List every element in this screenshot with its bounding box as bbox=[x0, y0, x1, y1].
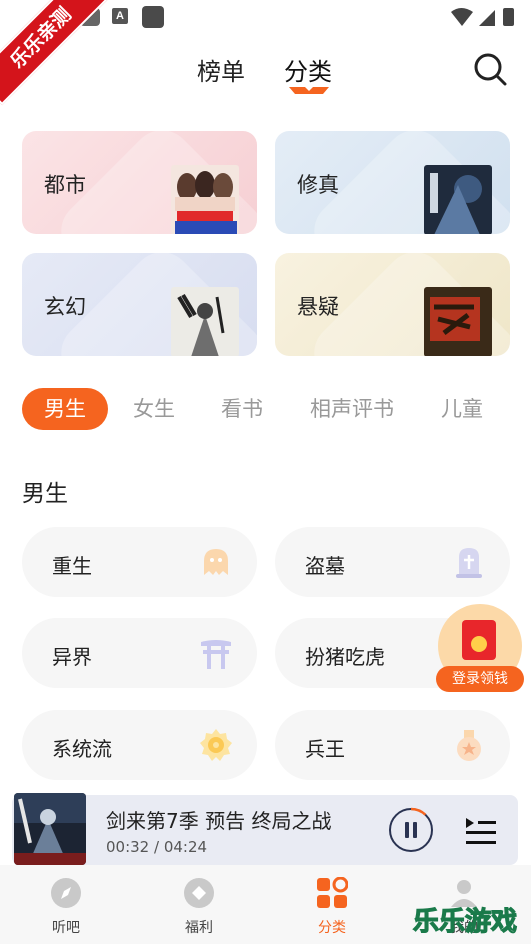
tab-category[interactable]: 分类 bbox=[284, 52, 332, 87]
nav-label: 听吧 bbox=[52, 920, 80, 936]
playlist-icon[interactable] bbox=[464, 814, 496, 846]
section-title: 男生 bbox=[22, 481, 68, 507]
medal-icon bbox=[457, 730, 481, 761]
tab-reading[interactable]: 看书 bbox=[220, 388, 264, 430]
ghost-icon bbox=[204, 549, 228, 575]
nav-welfare[interactable]: 福利 bbox=[159, 865, 239, 944]
gear-badge-icon bbox=[200, 729, 232, 761]
search-icon[interactable] bbox=[473, 52, 507, 86]
book-cover-image bbox=[424, 287, 492, 356]
category-label: 都市 bbox=[44, 173, 86, 197]
reward-label: 登录领钱 bbox=[436, 666, 524, 692]
book-cover-image bbox=[171, 287, 239, 356]
player-cover-image bbox=[14, 793, 86, 865]
book-cover-image bbox=[171, 165, 239, 234]
tab-crosstalk[interactable]: 相声评书 bbox=[308, 388, 396, 430]
subcategory-other-world[interactable]: 异界 bbox=[22, 618, 257, 688]
top-tabs: 榜单 分类 bbox=[0, 52, 531, 100]
subcategory-soldier-king[interactable]: 兵王 bbox=[275, 710, 510, 780]
subcategory-label: 盗墓 bbox=[305, 554, 345, 578]
subcategory-label: 扮猪吃虎 bbox=[305, 645, 385, 669]
pause-icon[interactable] bbox=[388, 807, 434, 853]
nav-label: 分类 bbox=[318, 920, 346, 936]
subcategory-tomb-raiding[interactable]: 盗墓 bbox=[275, 527, 510, 597]
subcategory-label: 系统流 bbox=[52, 737, 112, 761]
subcategory-label: 重生 bbox=[52, 554, 92, 578]
mini-player[interactable]: 剑来第7季 预告 终局之战 00:32 / 04:24 bbox=[12, 793, 518, 865]
subcategory-system[interactable]: 系统流 bbox=[22, 710, 257, 780]
nav-label: 福利 bbox=[185, 920, 213, 936]
coin-icon bbox=[471, 636, 487, 652]
svg-text:乐乐游戏: 乐乐游戏 bbox=[413, 907, 517, 937]
category-card-xuanhuan[interactable]: 玄幻 bbox=[22, 253, 257, 356]
subcategory-label: 兵王 bbox=[305, 737, 345, 761]
player-time: 00:32 / 04:24 bbox=[106, 838, 208, 856]
category-label: 修真 bbox=[297, 173, 339, 197]
gender-tabs: 男生 女生 看书 相声评书 儿童 bbox=[22, 388, 512, 432]
tombstone-icon bbox=[456, 548, 482, 578]
nav-category[interactable]: 分类 bbox=[292, 865, 372, 944]
signal-battery-icons bbox=[451, 8, 514, 26]
diamond-icon bbox=[184, 878, 214, 908]
subcategory-rebirth[interactable]: 重生 bbox=[22, 527, 257, 597]
login-reward-button[interactable]: 登录领钱 bbox=[436, 604, 526, 692]
compass-icon bbox=[51, 878, 81, 908]
tab-children[interactable]: 儿童 bbox=[440, 388, 484, 430]
tab-male[interactable]: 男生 bbox=[22, 388, 108, 430]
watermark-logo: 乐乐游戏 bbox=[412, 906, 517, 937]
nav-listen[interactable]: 听吧 bbox=[26, 865, 106, 944]
torii-gate-icon bbox=[201, 640, 231, 669]
app-notification-icon bbox=[142, 6, 164, 28]
category-label: 悬疑 bbox=[297, 295, 339, 319]
book-cover-image bbox=[424, 165, 492, 234]
category-grid-icon bbox=[317, 877, 348, 908]
tab-ranking[interactable]: 榜单 bbox=[197, 52, 245, 87]
category-card-mystery[interactable]: 悬疑 bbox=[275, 253, 510, 356]
active-tab-indicator bbox=[289, 87, 329, 94]
category-card-urban[interactable]: 都市 bbox=[22, 131, 257, 234]
a-notification-icon: A bbox=[112, 8, 128, 24]
tab-female[interactable]: 女生 bbox=[132, 388, 176, 430]
category-label: 玄幻 bbox=[44, 295, 86, 319]
subcategory-label: 异界 bbox=[52, 645, 92, 669]
player-title: 剑来第7季 预告 终局之战 bbox=[106, 809, 332, 833]
category-card-xiuzhen[interactable]: 修真 bbox=[275, 131, 510, 234]
